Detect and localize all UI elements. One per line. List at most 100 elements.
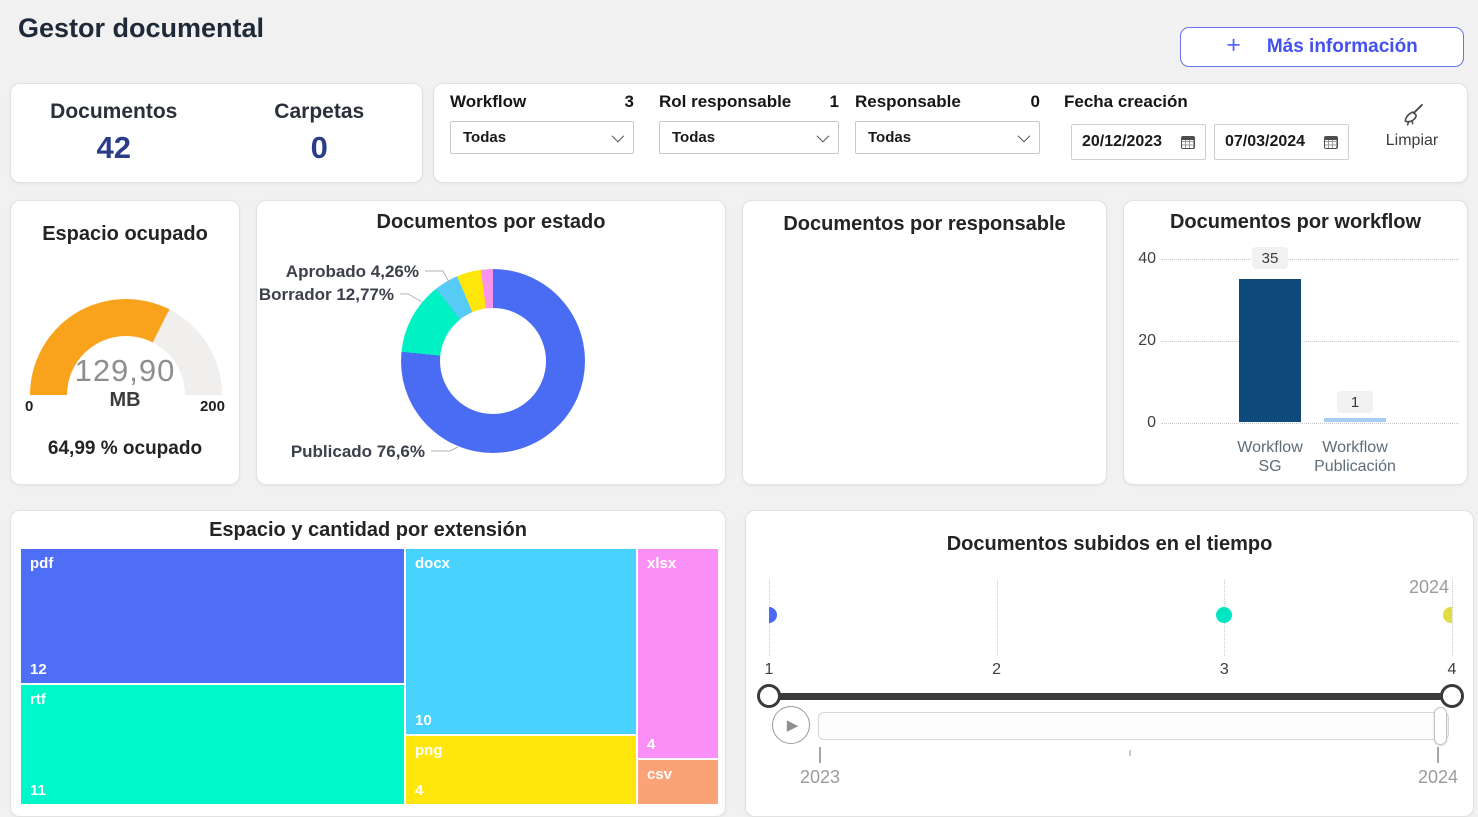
more-info-button[interactable]: + Más información bbox=[1180, 27, 1464, 67]
cell-label: pdf bbox=[30, 555, 53, 572]
cell-label: csv bbox=[647, 766, 672, 783]
chevron-down-icon bbox=[1018, 130, 1031, 143]
cell-count: 11 bbox=[30, 782, 46, 799]
workflow-title: Documentos por workflow bbox=[1124, 211, 1467, 234]
bar-workflow-publicacion[interactable] bbox=[1324, 418, 1386, 422]
folders-kpi: Carpetas 0 bbox=[217, 84, 423, 182]
treemap-cell-docx[interactable]: docx 10 bbox=[406, 549, 636, 734]
bar-value-badge: 35 bbox=[1252, 247, 1288, 269]
documents-label: Documentos bbox=[50, 100, 177, 124]
data-point-4[interactable] bbox=[1443, 607, 1452, 623]
timeline-card: Documentos subidos en el tiempo 2024 1 2… bbox=[745, 510, 1474, 817]
range-slider-handle-end[interactable] bbox=[1440, 684, 1464, 708]
rol-filter-count: 1 bbox=[830, 92, 839, 112]
gauge-min-label: 0 bbox=[25, 398, 33, 415]
cell-label: png bbox=[415, 742, 443, 759]
range-slider-track[interactable] bbox=[769, 693, 1452, 700]
treemap-chart: pdf 12 rtf 11 docx 10 png 4 xlsx 4 csv bbox=[21, 549, 718, 804]
cell-label: rtf bbox=[30, 691, 46, 708]
estado-card: Documentos por estado Aprobado 4,26% Bor… bbox=[256, 200, 726, 485]
gauge-card: Espacio ocupado 129,90 MB 0 200 64,99 % … bbox=[10, 200, 240, 485]
page-title: Gestor documental bbox=[18, 13, 264, 44]
year-end-label: 2024 bbox=[1418, 767, 1458, 788]
cell-label: docx bbox=[415, 555, 450, 572]
summary-card: Documentos 42 Carpetas 0 bbox=[10, 83, 423, 183]
date-from-input[interactable]: 20/12/2023 bbox=[1071, 124, 1206, 160]
data-point-1[interactable] bbox=[769, 607, 777, 623]
folders-label: Carpetas bbox=[274, 100, 364, 124]
gridline bbox=[997, 579, 998, 656]
responsable-dropdown-value: Todas bbox=[868, 129, 911, 146]
x-tick: 3 bbox=[1220, 661, 1229, 679]
slice-label-publicado: Publicado 76,6% bbox=[291, 442, 425, 462]
donut-chart[interactable] bbox=[401, 269, 585, 453]
donut-hole bbox=[440, 308, 546, 414]
filters-card: Workflow 3 Todas Rol responsable 1 Todas… bbox=[433, 83, 1468, 183]
treemap-card: Espacio y cantidad por extensión pdf 12 … bbox=[10, 510, 726, 817]
plus-icon: + bbox=[1226, 33, 1241, 58]
treemap-cell-xlsx[interactable]: xlsx 4 bbox=[638, 549, 718, 758]
cell-count: 4 bbox=[647, 736, 655, 753]
cell-label: xlsx bbox=[647, 555, 676, 572]
date-to-input[interactable]: 07/03/2024 bbox=[1214, 124, 1349, 160]
play-icon: ▶ bbox=[787, 716, 799, 734]
cell-count: 12 bbox=[30, 661, 47, 678]
chevron-down-icon bbox=[612, 130, 625, 143]
folders-value: 0 bbox=[311, 130, 328, 166]
responsable-filter-count: 0 bbox=[1031, 92, 1040, 112]
rol-filter-label: Rol responsable bbox=[659, 92, 791, 112]
responsable-dropdown[interactable]: Todas bbox=[855, 121, 1040, 154]
more-info-label: Más información bbox=[1267, 36, 1418, 58]
slice-label-aprobado: Aprobado 4,26% bbox=[286, 262, 419, 282]
calendar-icon bbox=[1324, 136, 1338, 149]
range-slider-handle-start[interactable] bbox=[757, 684, 781, 708]
gauge-max-label: 200 bbox=[200, 398, 225, 415]
y-axis-tick: 40 bbox=[1130, 250, 1156, 268]
gridline bbox=[1161, 259, 1459, 260]
x-tick: 4 bbox=[1448, 661, 1457, 679]
treemap-cell-rtf[interactable]: rtf 11 bbox=[21, 685, 404, 804]
gauge-caption: 64,99 % ocupado bbox=[11, 438, 239, 460]
responsable-filter-label: Responsable bbox=[855, 92, 961, 112]
workflow-filter-label: Workflow bbox=[450, 92, 526, 112]
rol-dropdown[interactable]: Todas bbox=[659, 121, 839, 154]
play-button[interactable]: ▶ bbox=[772, 706, 810, 744]
y-axis-tick: 0 bbox=[1130, 414, 1156, 432]
data-point-3[interactable] bbox=[1216, 607, 1232, 623]
chevron-down-icon bbox=[817, 130, 830, 143]
year-start-label: 2023 bbox=[800, 767, 840, 788]
timeline-scrollbar[interactable] bbox=[818, 712, 1449, 740]
documents-kpi: Documentos 42 bbox=[11, 84, 217, 182]
treemap-cell-png[interactable]: png 4 bbox=[406, 736, 636, 804]
workflow-dropdown[interactable]: Todas bbox=[450, 121, 634, 154]
cell-count: 10 bbox=[415, 712, 432, 729]
clear-filters-button[interactable]: Limpiar bbox=[1382, 102, 1442, 150]
fecha-creacion-label: Fecha creación bbox=[1064, 92, 1188, 112]
category-line: Workflow bbox=[1300, 438, 1410, 457]
timeline-scrollbar-handle[interactable] bbox=[1434, 707, 1447, 745]
gridline bbox=[1452, 579, 1453, 656]
y-axis-tick: 20 bbox=[1130, 332, 1156, 350]
gridline bbox=[1161, 423, 1459, 424]
axis-tick bbox=[819, 747, 821, 763]
x-tick: 2 bbox=[992, 661, 1001, 679]
timeline-x-axis: 1 2 3 4 bbox=[769, 661, 1452, 681]
treemap-cell-pdf[interactable]: pdf 12 bbox=[21, 549, 404, 683]
filter-responsable: Responsable 0 Todas bbox=[855, 92, 1040, 154]
documents-value: 42 bbox=[97, 130, 131, 166]
slice-label-borrador: Borrador 12,77% bbox=[259, 285, 394, 305]
bar-workflow-sg[interactable] bbox=[1239, 279, 1301, 423]
gauge-value: 129,90 bbox=[11, 353, 239, 389]
x-axis-category: Workflow Publicación bbox=[1300, 438, 1410, 476]
cell-count: 4 bbox=[415, 782, 423, 799]
gridline bbox=[1161, 341, 1459, 342]
broom-icon bbox=[1398, 102, 1426, 130]
bar-value-badge: 1 bbox=[1337, 391, 1373, 413]
timeline-title: Documentos subidos en el tiempo bbox=[746, 533, 1473, 556]
workflow-dropdown-value: Todas bbox=[463, 129, 506, 146]
date-to-value: 07/03/2024 bbox=[1225, 133, 1305, 151]
gauge-title: Espacio ocupado bbox=[11, 223, 239, 246]
treemap-cell-csv[interactable]: csv bbox=[638, 760, 718, 804]
workflow-filter-count: 3 bbox=[625, 92, 634, 112]
filter-rol: Rol responsable 1 Todas bbox=[659, 92, 839, 154]
